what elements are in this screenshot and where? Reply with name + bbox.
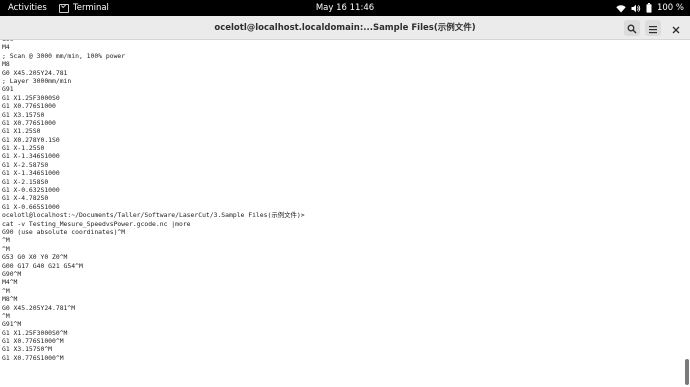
- hamburger-icon: [648, 19, 658, 38]
- terminal-line: G1 X1.25F3000S0^M: [2, 328, 68, 337]
- terminal-scrollbar[interactable]: [685, 40, 689, 387]
- terminal-line: G1 X1.25F3000S0: [2, 93, 60, 102]
- terminal-line: G1 X3.157S0: [2, 110, 45, 119]
- terminal-line: ^M: [2, 236, 10, 245]
- terminal-line: G91^M: [2, 320, 22, 329]
- terminal-line: G0 X45.205Y24.781^M: [2, 303, 76, 312]
- terminal-line: M8: [2, 60, 10, 69]
- terminal-line: G0 X45.205Y24.781: [2, 68, 68, 77]
- window-title: ocelotl@localhost.localdomain:...Sample …: [214, 23, 476, 33]
- terminal-line: G1 X0.278Y0.1S0: [2, 135, 60, 144]
- search-icon: [627, 19, 637, 38]
- terminal-line: ; Layer 3000mm/min: [2, 76, 72, 85]
- terminal-line: G1 X1.25S0: [2, 127, 41, 136]
- terminal-line: G1 X-1.346S1000: [2, 169, 60, 178]
- terminal-line: M4^M: [2, 278, 18, 287]
- terminal-line: ocelotl@localhost:~/Documents/Taller/Sof…: [2, 211, 305, 220]
- terminal-output[interactable]: G90M4; Scan @ 3000 mm/min, 100% powerM8G…: [0, 40, 684, 387]
- terminal-line: G1 X0.776S1000: [2, 118, 56, 127]
- terminal-line: G1 X-0.632S1000: [2, 186, 60, 195]
- terminal-line: G1 X3.157S0^M: [2, 345, 53, 354]
- terminal-line: G1 X0.776S1000: [2, 102, 56, 111]
- close-button[interactable]: [668, 20, 684, 36]
- terminal-line: ^M: [2, 286, 10, 295]
- terminal-line: M4: [2, 43, 10, 52]
- terminal-lines: G90M4; Scan @ 3000 mm/min, 100% powerM8G…: [2, 40, 305, 362]
- top-bar: Activities Terminal May 16 11:46 100 %: [0, 0, 690, 16]
- terminal-line: G90 (use absolute coordinates)^M: [2, 227, 126, 236]
- volume-icon: [631, 4, 641, 13]
- terminal-line: ^M: [2, 244, 10, 253]
- terminal-line: G1 X-4.782S0: [2, 194, 49, 203]
- search-button[interactable]: [624, 20, 640, 36]
- terminal-line: G90^M: [2, 269, 22, 278]
- terminal-line: G1 X-2.158S0: [2, 177, 49, 186]
- clock[interactable]: May 16 11:46: [0, 0, 690, 16]
- battery-icon: [646, 3, 652, 13]
- terminal-line: ; Scan @ 3000 mm/min, 100% power: [2, 51, 126, 60]
- terminal-line: G1 X-2.587S0: [2, 160, 49, 169]
- terminal-line: cat -v Testing_Mesure_SpeedvsPower.gcode…: [2, 219, 191, 228]
- menu-button[interactable]: [645, 20, 661, 36]
- terminal-line: G53 G0 X0 Y0 Z0^M: [2, 253, 68, 262]
- scrollbar-thumb[interactable]: [685, 359, 689, 385]
- terminal-line: G1 X-0.665S1000: [2, 202, 60, 211]
- window-titlebar: ocelotl@localhost.localdomain:...Sample …: [0, 16, 690, 40]
- terminal-line: G1 X-1.25S0: [2, 144, 45, 153]
- terminal-line: G00 G17 G40 G21 G54^M: [2, 261, 83, 270]
- terminal-line: G1 X0.776S1000^M: [2, 353, 64, 362]
- battery-percentage: 100 %: [656, 3, 684, 13]
- terminal-line: G1 X0.776S1000^M: [2, 337, 64, 346]
- close-icon: [672, 19, 680, 38]
- terminal-line: G1 X-1.346S1000: [2, 152, 60, 161]
- network-icon: [616, 4, 626, 13]
- terminal-line: G91: [2, 85, 14, 94]
- system-tray[interactable]: 100 %: [616, 0, 684, 16]
- terminal-line: ^M: [2, 311, 10, 320]
- terminal-line: M8^M: [2, 295, 18, 304]
